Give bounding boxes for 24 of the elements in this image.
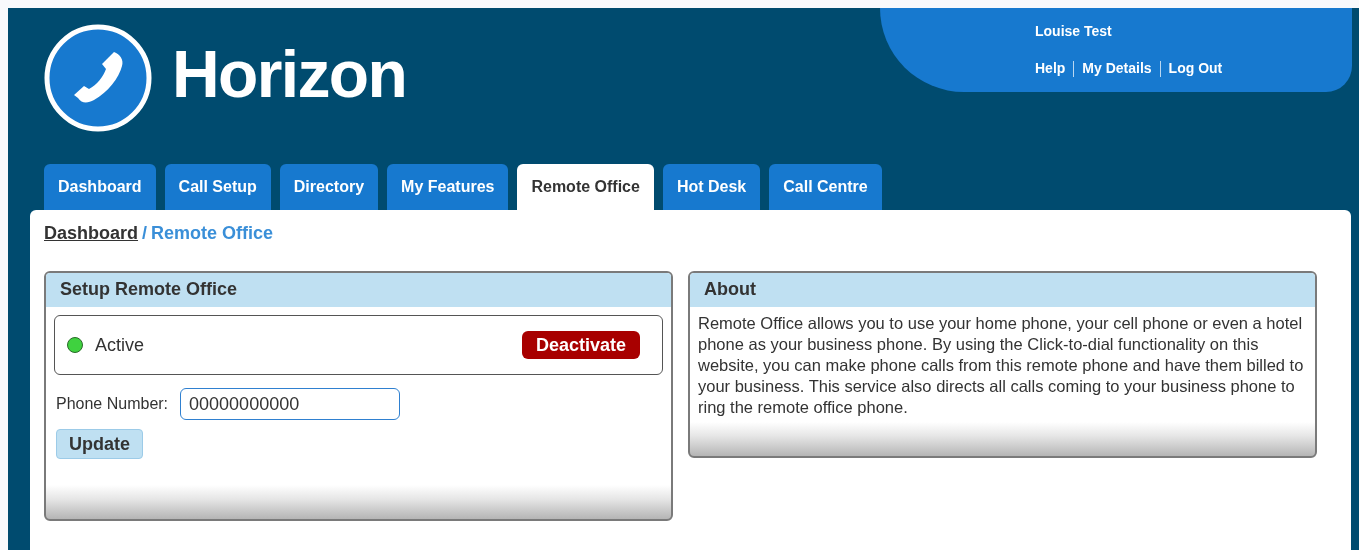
nav-tab[interactable]: Remote Office xyxy=(517,164,654,210)
panel-title: Setup Remote Office xyxy=(60,277,238,301)
phone-logo-icon xyxy=(44,24,152,132)
nav-tab[interactable]: Directory xyxy=(279,164,379,210)
nav-tab[interactable]: Call Setup xyxy=(164,164,271,210)
user-name: Louise Test xyxy=(1035,22,1113,41)
update-button[interactable]: Update xyxy=(56,429,143,459)
nav-tab[interactable]: Dashboard xyxy=(44,164,156,210)
header-link[interactable]: My Details xyxy=(1082,58,1152,79)
nav-tab[interactable]: My Features xyxy=(387,164,509,210)
deactivate-button[interactable]: Deactivate xyxy=(521,331,640,359)
phone-label: Phone Number: xyxy=(56,394,169,414)
status-label: Active xyxy=(95,333,145,357)
nav-tab[interactable]: Call Centre xyxy=(769,164,882,210)
breadcrumb-link[interactable]: Dashboard xyxy=(44,220,139,247)
breadcrumb-separator: / xyxy=(142,222,148,245)
phone-number-field[interactable]: 00000000000 xyxy=(180,388,401,420)
breadcrumb-current: Remote Office xyxy=(151,222,274,245)
panel-title: About xyxy=(704,277,756,301)
nav-tab[interactable]: Hot Desk xyxy=(662,164,761,210)
header-link[interactable]: Help xyxy=(1035,58,1066,79)
about-text: Remote Office allows you to use your home phone, your cell phone or even a hotel phone as your business phone. By using the Click-to-dial functionality on this website, you can make phone calls from this remote phone and have them billed to your business. This service also directs all calls coming to your business phone to ring the remote office phone. xyxy=(698,313,1305,418)
header-link[interactable]: Log Out xyxy=(1168,58,1223,79)
brand-title: Horizon xyxy=(172,35,407,113)
